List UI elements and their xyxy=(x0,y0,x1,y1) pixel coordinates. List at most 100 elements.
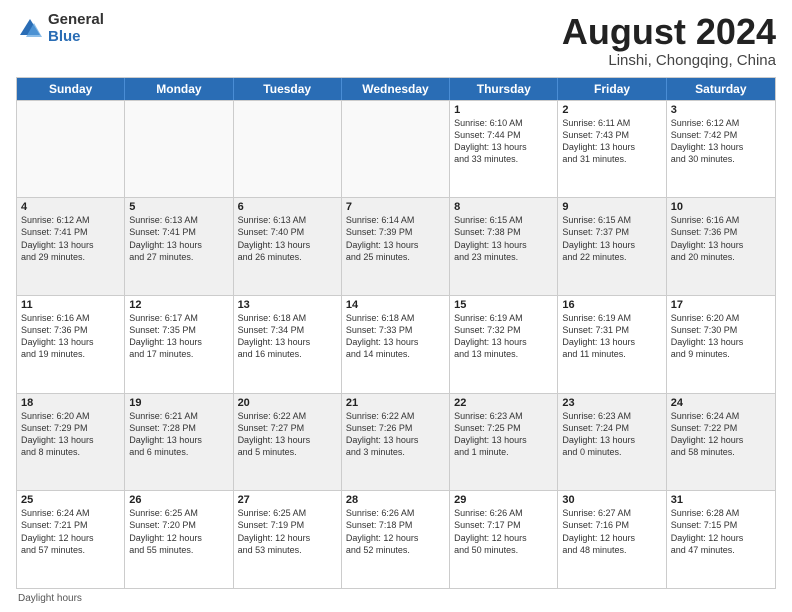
day-number: 27 xyxy=(238,494,337,506)
day-info: Sunrise: 6:18 AM Sunset: 7:34 PM Dayligh… xyxy=(238,312,337,361)
calendar-day-14: 14Sunrise: 6:18 AM Sunset: 7:33 PM Dayli… xyxy=(342,296,450,393)
header-day-sunday: Sunday xyxy=(17,78,125,100)
day-number: 18 xyxy=(21,397,120,409)
day-number: 21 xyxy=(346,397,445,409)
day-number: 19 xyxy=(129,397,228,409)
day-info: Sunrise: 6:23 AM Sunset: 7:24 PM Dayligh… xyxy=(562,410,661,459)
calendar-day-6: 6Sunrise: 6:13 AM Sunset: 7:40 PM Daylig… xyxy=(234,198,342,295)
day-info: Sunrise: 6:25 AM Sunset: 7:19 PM Dayligh… xyxy=(238,507,337,556)
day-info: Sunrise: 6:24 AM Sunset: 7:22 PM Dayligh… xyxy=(671,410,771,459)
calendar-day-18: 18Sunrise: 6:20 AM Sunset: 7:29 PM Dayli… xyxy=(17,394,125,491)
header-day-saturday: Saturday xyxy=(667,78,775,100)
day-number: 29 xyxy=(454,494,553,506)
calendar-week-1: 4Sunrise: 6:12 AM Sunset: 7:41 PM Daylig… xyxy=(17,197,775,295)
day-number: 2 xyxy=(562,104,661,116)
calendar-day-3: 3Sunrise: 6:12 AM Sunset: 7:42 PM Daylig… xyxy=(667,101,775,198)
header-day-thursday: Thursday xyxy=(450,78,558,100)
calendar-day-17: 17Sunrise: 6:20 AM Sunset: 7:30 PM Dayli… xyxy=(667,296,775,393)
calendar-day-21: 21Sunrise: 6:22 AM Sunset: 7:26 PM Dayli… xyxy=(342,394,450,491)
day-info: Sunrise: 6:16 AM Sunset: 7:36 PM Dayligh… xyxy=(671,214,771,263)
calendar-day-29: 29Sunrise: 6:26 AM Sunset: 7:17 PM Dayli… xyxy=(450,491,558,588)
logo-general-label: General xyxy=(48,12,104,29)
calendar-day-22: 22Sunrise: 6:23 AM Sunset: 7:25 PM Dayli… xyxy=(450,394,558,491)
day-number: 16 xyxy=(562,299,661,311)
day-info: Sunrise: 6:13 AM Sunset: 7:41 PM Dayligh… xyxy=(129,214,228,263)
day-info: Sunrise: 6:17 AM Sunset: 7:35 PM Dayligh… xyxy=(129,312,228,361)
calendar-day-10: 10Sunrise: 6:16 AM Sunset: 7:36 PM Dayli… xyxy=(667,198,775,295)
calendar-day-31: 31Sunrise: 6:28 AM Sunset: 7:15 PM Dayli… xyxy=(667,491,775,588)
day-number: 31 xyxy=(671,494,771,506)
logo: General Blue xyxy=(16,12,104,45)
day-number: 17 xyxy=(671,299,771,311)
footer: Daylight hours xyxy=(16,593,776,604)
calendar-week-4: 25Sunrise: 6:24 AM Sunset: 7:21 PM Dayli… xyxy=(17,490,775,588)
calendar: SundayMondayTuesdayWednesdayThursdayFrid… xyxy=(16,77,776,589)
day-info: Sunrise: 6:20 AM Sunset: 7:29 PM Dayligh… xyxy=(21,410,120,459)
day-info: Sunrise: 6:22 AM Sunset: 7:27 PM Dayligh… xyxy=(238,410,337,459)
day-number: 24 xyxy=(671,397,771,409)
calendar-day-9: 9Sunrise: 6:15 AM Sunset: 7:37 PM Daylig… xyxy=(558,198,666,295)
day-info: Sunrise: 6:19 AM Sunset: 7:32 PM Dayligh… xyxy=(454,312,553,361)
calendar-day-13: 13Sunrise: 6:18 AM Sunset: 7:34 PM Dayli… xyxy=(234,296,342,393)
logo-blue-label: Blue xyxy=(48,29,104,46)
calendar-empty-cell xyxy=(342,101,450,198)
calendar-day-25: 25Sunrise: 6:24 AM Sunset: 7:21 PM Dayli… xyxy=(17,491,125,588)
title-location: Linshi, Chongqing, China xyxy=(562,52,776,69)
day-number: 26 xyxy=(129,494,228,506)
day-number: 6 xyxy=(238,201,337,213)
calendar-day-12: 12Sunrise: 6:17 AM Sunset: 7:35 PM Dayli… xyxy=(125,296,233,393)
day-number: 14 xyxy=(346,299,445,311)
day-number: 10 xyxy=(671,201,771,213)
calendar-body: 1Sunrise: 6:10 AM Sunset: 7:44 PM Daylig… xyxy=(17,100,775,588)
page: General Blue August 2024 Linshi, Chongqi… xyxy=(0,0,792,612)
day-number: 20 xyxy=(238,397,337,409)
day-info: Sunrise: 6:19 AM Sunset: 7:31 PM Dayligh… xyxy=(562,312,661,361)
day-number: 22 xyxy=(454,397,553,409)
day-number: 13 xyxy=(238,299,337,311)
header-day-monday: Monday xyxy=(125,78,233,100)
day-info: Sunrise: 6:12 AM Sunset: 7:41 PM Dayligh… xyxy=(21,214,120,263)
day-number: 3 xyxy=(671,104,771,116)
calendar-empty-cell xyxy=(234,101,342,198)
calendar-day-30: 30Sunrise: 6:27 AM Sunset: 7:16 PM Dayli… xyxy=(558,491,666,588)
day-number: 12 xyxy=(129,299,228,311)
calendar-week-2: 11Sunrise: 6:16 AM Sunset: 7:36 PM Dayli… xyxy=(17,295,775,393)
day-info: Sunrise: 6:23 AM Sunset: 7:25 PM Dayligh… xyxy=(454,410,553,459)
calendar-empty-cell xyxy=(125,101,233,198)
calendar-day-4: 4Sunrise: 6:12 AM Sunset: 7:41 PM Daylig… xyxy=(17,198,125,295)
title-month: August 2024 xyxy=(562,12,776,52)
day-info: Sunrise: 6:21 AM Sunset: 7:28 PM Dayligh… xyxy=(129,410,228,459)
day-number: 8 xyxy=(454,201,553,213)
day-number: 11 xyxy=(21,299,120,311)
calendar-day-15: 15Sunrise: 6:19 AM Sunset: 7:32 PM Dayli… xyxy=(450,296,558,393)
logo-text: General Blue xyxy=(48,12,104,45)
calendar-day-2: 2Sunrise: 6:11 AM Sunset: 7:43 PM Daylig… xyxy=(558,101,666,198)
day-info: Sunrise: 6:12 AM Sunset: 7:42 PM Dayligh… xyxy=(671,117,771,166)
calendar-day-5: 5Sunrise: 6:13 AM Sunset: 7:41 PM Daylig… xyxy=(125,198,233,295)
day-info: Sunrise: 6:27 AM Sunset: 7:16 PM Dayligh… xyxy=(562,507,661,556)
day-info: Sunrise: 6:10 AM Sunset: 7:44 PM Dayligh… xyxy=(454,117,553,166)
title-block: August 2024 Linshi, Chongqing, China xyxy=(562,12,776,69)
logo-icon xyxy=(16,15,44,43)
calendar-week-3: 18Sunrise: 6:20 AM Sunset: 7:29 PM Dayli… xyxy=(17,393,775,491)
day-info: Sunrise: 6:11 AM Sunset: 7:43 PM Dayligh… xyxy=(562,117,661,166)
footer-label: Daylight hours xyxy=(18,593,82,604)
day-info: Sunrise: 6:26 AM Sunset: 7:18 PM Dayligh… xyxy=(346,507,445,556)
calendar-day-1: 1Sunrise: 6:10 AM Sunset: 7:44 PM Daylig… xyxy=(450,101,558,198)
calendar-day-8: 8Sunrise: 6:15 AM Sunset: 7:38 PM Daylig… xyxy=(450,198,558,295)
day-info: Sunrise: 6:14 AM Sunset: 7:39 PM Dayligh… xyxy=(346,214,445,263)
day-number: 7 xyxy=(346,201,445,213)
day-info: Sunrise: 6:25 AM Sunset: 7:20 PM Dayligh… xyxy=(129,507,228,556)
calendar-header-row: SundayMondayTuesdayWednesdayThursdayFrid… xyxy=(17,78,775,100)
day-info: Sunrise: 6:24 AM Sunset: 7:21 PM Dayligh… xyxy=(21,507,120,556)
day-info: Sunrise: 6:20 AM Sunset: 7:30 PM Dayligh… xyxy=(671,312,771,361)
day-number: 25 xyxy=(21,494,120,506)
calendar-day-24: 24Sunrise: 6:24 AM Sunset: 7:22 PM Dayli… xyxy=(667,394,775,491)
header-day-tuesday: Tuesday xyxy=(234,78,342,100)
day-info: Sunrise: 6:28 AM Sunset: 7:15 PM Dayligh… xyxy=(671,507,771,556)
day-info: Sunrise: 6:16 AM Sunset: 7:36 PM Dayligh… xyxy=(21,312,120,361)
calendar-day-27: 27Sunrise: 6:25 AM Sunset: 7:19 PM Dayli… xyxy=(234,491,342,588)
day-info: Sunrise: 6:26 AM Sunset: 7:17 PM Dayligh… xyxy=(454,507,553,556)
day-info: Sunrise: 6:13 AM Sunset: 7:40 PM Dayligh… xyxy=(238,214,337,263)
day-number: 30 xyxy=(562,494,661,506)
